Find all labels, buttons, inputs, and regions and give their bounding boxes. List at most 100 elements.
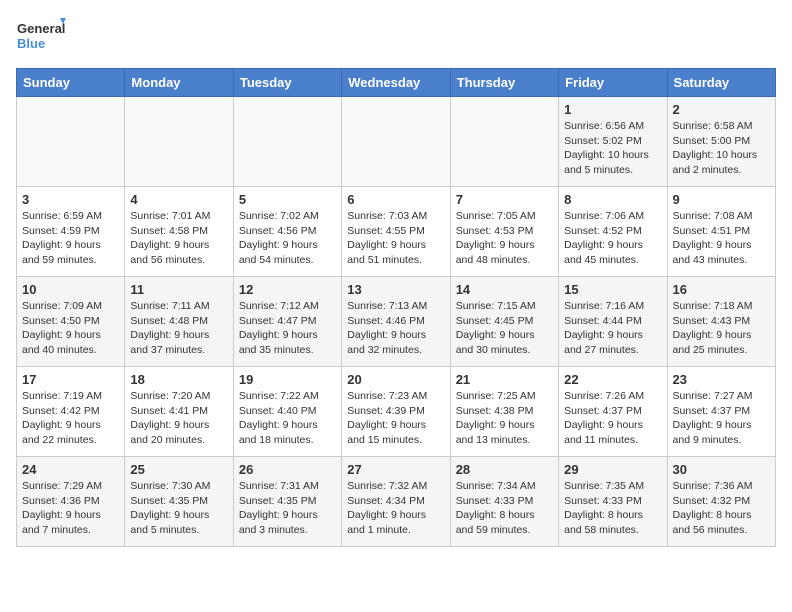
day-cell: 10 Sunrise: 7:09 AM Sunset: 4:50 PM Dayli… bbox=[17, 277, 125, 367]
day-number: 3 bbox=[22, 192, 119, 207]
day-info: Sunrise: 7:30 AM Sunset: 4:35 PM Dayligh… bbox=[130, 479, 227, 538]
day-cell: 20 Sunrise: 7:23 AM Sunset: 4:39 PM Dayli… bbox=[342, 367, 450, 457]
day-number: 27 bbox=[347, 462, 444, 477]
day-cell: 6 Sunrise: 7:03 AM Sunset: 4:55 PM Daylig… bbox=[342, 187, 450, 277]
day-cell bbox=[450, 97, 558, 187]
day-number: 16 bbox=[673, 282, 770, 297]
day-cell: 30Sunrise: 7:36 AM Sunset: 4:32 PM Dayli… bbox=[667, 457, 775, 547]
day-cell: 22 Sunrise: 7:26 AM Sunset: 4:37 PM Dayli… bbox=[559, 367, 667, 457]
day-cell: 28Sunrise: 7:34 AM Sunset: 4:33 PM Dayli… bbox=[450, 457, 558, 547]
day-cell: 17 Sunrise: 7:19 AM Sunset: 4:42 PM Dayli… bbox=[17, 367, 125, 457]
day-info: Sunrise: 7:19 AM Sunset: 4:42 PM Dayligh… bbox=[22, 389, 119, 448]
logo: General Blue bbox=[16, 16, 66, 56]
day-info: Sunrise: 7:35 AM Sunset: 4:33 PM Dayligh… bbox=[564, 479, 661, 538]
day-number: 2 bbox=[673, 102, 770, 117]
day-info: Sunrise: 7:02 AM Sunset: 4:56 PM Dayligh… bbox=[239, 209, 336, 268]
svg-text:Blue: Blue bbox=[17, 36, 45, 51]
day-cell: 2 Sunrise: 6:58 AM Sunset: 5:00 PM Daylig… bbox=[667, 97, 775, 187]
day-number: 24 bbox=[22, 462, 119, 477]
day-number: 1 bbox=[564, 102, 661, 117]
day-number: 5 bbox=[239, 192, 336, 207]
day-number: 21 bbox=[456, 372, 553, 387]
day-number: 9 bbox=[673, 192, 770, 207]
day-info: Sunrise: 7:12 AM Sunset: 4:47 PM Dayligh… bbox=[239, 299, 336, 358]
col-header-thursday: Thursday bbox=[450, 69, 558, 97]
calendar-table: SundayMondayTuesdayWednesdayThursdayFrid… bbox=[16, 68, 776, 547]
col-header-sunday: Sunday bbox=[17, 69, 125, 97]
day-number: 13 bbox=[347, 282, 444, 297]
header-row: SundayMondayTuesdayWednesdayThursdayFrid… bbox=[17, 69, 776, 97]
day-cell: 12 Sunrise: 7:12 AM Sunset: 4:47 PM Dayli… bbox=[233, 277, 341, 367]
day-number: 20 bbox=[347, 372, 444, 387]
day-info: Sunrise: 7:23 AM Sunset: 4:39 PM Dayligh… bbox=[347, 389, 444, 448]
day-info: Sunrise: 7:01 AM Sunset: 4:58 PM Dayligh… bbox=[130, 209, 227, 268]
day-cell: 23 Sunrise: 7:27 AM Sunset: 4:37 PM Dayli… bbox=[667, 367, 775, 457]
week-row-2: 3Sunrise: 6:59 AM Sunset: 4:59 PM Daylig… bbox=[17, 187, 776, 277]
day-number: 19 bbox=[239, 372, 336, 387]
day-number: 18 bbox=[130, 372, 227, 387]
day-number: 8 bbox=[564, 192, 661, 207]
day-info: Sunrise: 7:11 AM Sunset: 4:48 PM Dayligh… bbox=[130, 299, 227, 358]
day-number: 25 bbox=[130, 462, 227, 477]
day-number: 15 bbox=[564, 282, 661, 297]
day-info: Sunrise: 7:31 AM Sunset: 4:35 PM Dayligh… bbox=[239, 479, 336, 538]
day-cell: 24 Sunrise: 7:29 AM Sunset: 4:36 PM Dayli… bbox=[17, 457, 125, 547]
day-cell bbox=[17, 97, 125, 187]
day-info: Sunrise: 7:32 AM Sunset: 4:34 PM Dayligh… bbox=[347, 479, 444, 538]
day-info: Sunrise: 7:20 AM Sunset: 4:41 PM Dayligh… bbox=[130, 389, 227, 448]
day-cell bbox=[233, 97, 341, 187]
day-cell: 8 Sunrise: 7:06 AM Sunset: 4:52 PM Daylig… bbox=[559, 187, 667, 277]
week-row-1: 1 Sunrise: 6:56 AM Sunset: 5:02 PM Daylig… bbox=[17, 97, 776, 187]
day-number: 17 bbox=[22, 372, 119, 387]
day-cell: 11 Sunrise: 7:11 AM Sunset: 4:48 PM Dayli… bbox=[125, 277, 233, 367]
col-header-monday: Monday bbox=[125, 69, 233, 97]
day-info: Sunrise: 7:03 AM Sunset: 4:55 PM Dayligh… bbox=[347, 209, 444, 268]
day-info: Sunrise: 7:13 AM Sunset: 4:46 PM Dayligh… bbox=[347, 299, 444, 358]
day-info: Sunrise: 7:22 AM Sunset: 4:40 PM Dayligh… bbox=[239, 389, 336, 448]
day-cell: 14 Sunrise: 7:15 AM Sunset: 4:45 PM Dayli… bbox=[450, 277, 558, 367]
logo-svg: General Blue bbox=[16, 16, 66, 56]
day-info: Sunrise: 7:27 AM Sunset: 4:37 PM Dayligh… bbox=[673, 389, 770, 448]
day-cell: 1 Sunrise: 6:56 AM Sunset: 5:02 PM Daylig… bbox=[559, 97, 667, 187]
day-info: Sunrise: 7:36 AM Sunset: 4:32 PM Dayligh… bbox=[673, 479, 770, 538]
day-info: Sunrise: 7:15 AM Sunset: 4:45 PM Dayligh… bbox=[456, 299, 553, 358]
col-header-tuesday: Tuesday bbox=[233, 69, 341, 97]
col-header-saturday: Saturday bbox=[667, 69, 775, 97]
day-info: Sunrise: 7:05 AM Sunset: 4:53 PM Dayligh… bbox=[456, 209, 553, 268]
day-number: 22 bbox=[564, 372, 661, 387]
day-number: 26 bbox=[239, 462, 336, 477]
day-number: 29 bbox=[564, 462, 661, 477]
day-info: Sunrise: 6:56 AM Sunset: 5:02 PM Dayligh… bbox=[564, 119, 661, 178]
day-cell: 9Sunrise: 7:08 AM Sunset: 4:51 PM Daylig… bbox=[667, 187, 775, 277]
day-info: Sunrise: 7:09 AM Sunset: 4:50 PM Dayligh… bbox=[22, 299, 119, 358]
day-cell: 4 Sunrise: 7:01 AM Sunset: 4:58 PM Daylig… bbox=[125, 187, 233, 277]
day-cell: 27 Sunrise: 7:32 AM Sunset: 4:34 PM Dayli… bbox=[342, 457, 450, 547]
svg-text:General: General bbox=[17, 21, 65, 36]
day-cell: 7 Sunrise: 7:05 AM Sunset: 4:53 PM Daylig… bbox=[450, 187, 558, 277]
day-info: Sunrise: 7:29 AM Sunset: 4:36 PM Dayligh… bbox=[22, 479, 119, 538]
day-info: Sunrise: 7:16 AM Sunset: 4:44 PM Dayligh… bbox=[564, 299, 661, 358]
day-info: Sunrise: 7:34 AM Sunset: 4:33 PM Dayligh… bbox=[456, 479, 553, 538]
day-number: 7 bbox=[456, 192, 553, 207]
day-number: 4 bbox=[130, 192, 227, 207]
day-cell: 18 Sunrise: 7:20 AM Sunset: 4:41 PM Dayli… bbox=[125, 367, 233, 457]
day-info: Sunrise: 6:58 AM Sunset: 5:00 PM Dayligh… bbox=[673, 119, 770, 178]
day-cell: 21 Sunrise: 7:25 AM Sunset: 4:38 PM Dayli… bbox=[450, 367, 558, 457]
day-number: 14 bbox=[456, 282, 553, 297]
day-number: 6 bbox=[347, 192, 444, 207]
day-cell bbox=[342, 97, 450, 187]
day-cell: 26 Sunrise: 7:31 AM Sunset: 4:35 PM Dayli… bbox=[233, 457, 341, 547]
day-number: 23 bbox=[673, 372, 770, 387]
day-info: Sunrise: 7:25 AM Sunset: 4:38 PM Dayligh… bbox=[456, 389, 553, 448]
day-cell: 19 Sunrise: 7:22 AM Sunset: 4:40 PM Dayli… bbox=[233, 367, 341, 457]
week-row-3: 10 Sunrise: 7:09 AM Sunset: 4:50 PM Dayli… bbox=[17, 277, 776, 367]
day-number: 11 bbox=[130, 282, 227, 297]
day-number: 12 bbox=[239, 282, 336, 297]
day-cell: 29 Sunrise: 7:35 AM Sunset: 4:33 PM Dayli… bbox=[559, 457, 667, 547]
col-header-wednesday: Wednesday bbox=[342, 69, 450, 97]
day-info: Sunrise: 7:06 AM Sunset: 4:52 PM Dayligh… bbox=[564, 209, 661, 268]
day-number: 10 bbox=[22, 282, 119, 297]
day-cell: 3Sunrise: 6:59 AM Sunset: 4:59 PM Daylig… bbox=[17, 187, 125, 277]
day-info: Sunrise: 7:26 AM Sunset: 4:37 PM Dayligh… bbox=[564, 389, 661, 448]
week-row-5: 24 Sunrise: 7:29 AM Sunset: 4:36 PM Dayli… bbox=[17, 457, 776, 547]
